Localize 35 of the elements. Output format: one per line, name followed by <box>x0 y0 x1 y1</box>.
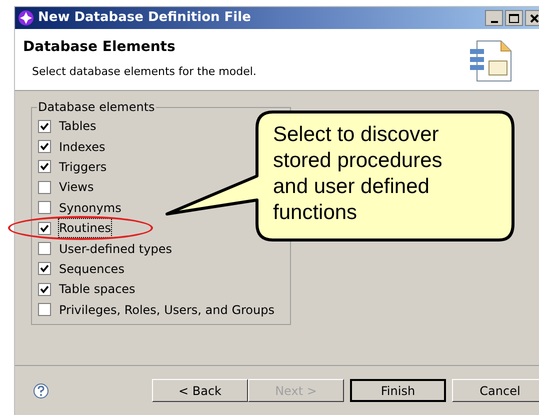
group-label: Database elements <box>37 100 156 114</box>
minimize-button[interactable] <box>485 10 503 26</box>
checkbox[interactable] <box>38 140 51 154</box>
checkbox[interactable] <box>38 262 51 276</box>
database-document-icon <box>469 39 513 83</box>
checkbox-label[interactable]: Triggers <box>59 158 107 176</box>
checkbox[interactable] <box>38 242 51 256</box>
checkbox[interactable] <box>38 180 51 194</box>
checkbox[interactable] <box>38 282 51 296</box>
checkbox-label[interactable]: Privileges, Roles, Users, and Groups <box>59 300 274 319</box>
dialog-button[interactable]: < Back <box>152 379 248 402</box>
checkbox-label[interactable]: Views <box>59 178 94 196</box>
page-title: Database Elements <box>23 38 176 57</box>
checkbox-label[interactable]: Sequences <box>59 260 124 278</box>
checkbox-label[interactable]: Indexes <box>59 138 106 156</box>
page-subtitle: Select database elements for the model. <box>32 64 256 80</box>
close-button[interactable] <box>525 10 539 26</box>
app-logo-icon <box>18 10 34 26</box>
dialog-button[interactable]: Finish <box>350 379 446 402</box>
callout-text: Select to discover stored procedures and user defined functions <box>273 122 444 226</box>
checkbox-label[interactable]: Tables <box>59 117 96 136</box>
checkbox[interactable] <box>38 201 51 214</box>
help-icon[interactable] <box>33 382 49 398</box>
checkbox-label[interactable]: Synonyms <box>59 198 122 217</box>
checkbox-label[interactable]: Table spaces <box>59 280 136 298</box>
checkbox[interactable] <box>38 160 51 174</box>
close-icon <box>530 14 538 22</box>
maximize-button[interactable] <box>505 10 523 26</box>
checkbox[interactable] <box>38 222 51 235</box>
checkbox-label[interactable]: Routines <box>59 219 112 238</box>
dialog-button[interactable]: Cancel <box>452 379 539 402</box>
checkbox-label[interactable]: User-defined types <box>59 240 172 258</box>
window-title: New Database Definition File <box>38 9 251 28</box>
checkbox[interactable] <box>38 120 51 133</box>
checkbox[interactable] <box>38 303 51 316</box>
